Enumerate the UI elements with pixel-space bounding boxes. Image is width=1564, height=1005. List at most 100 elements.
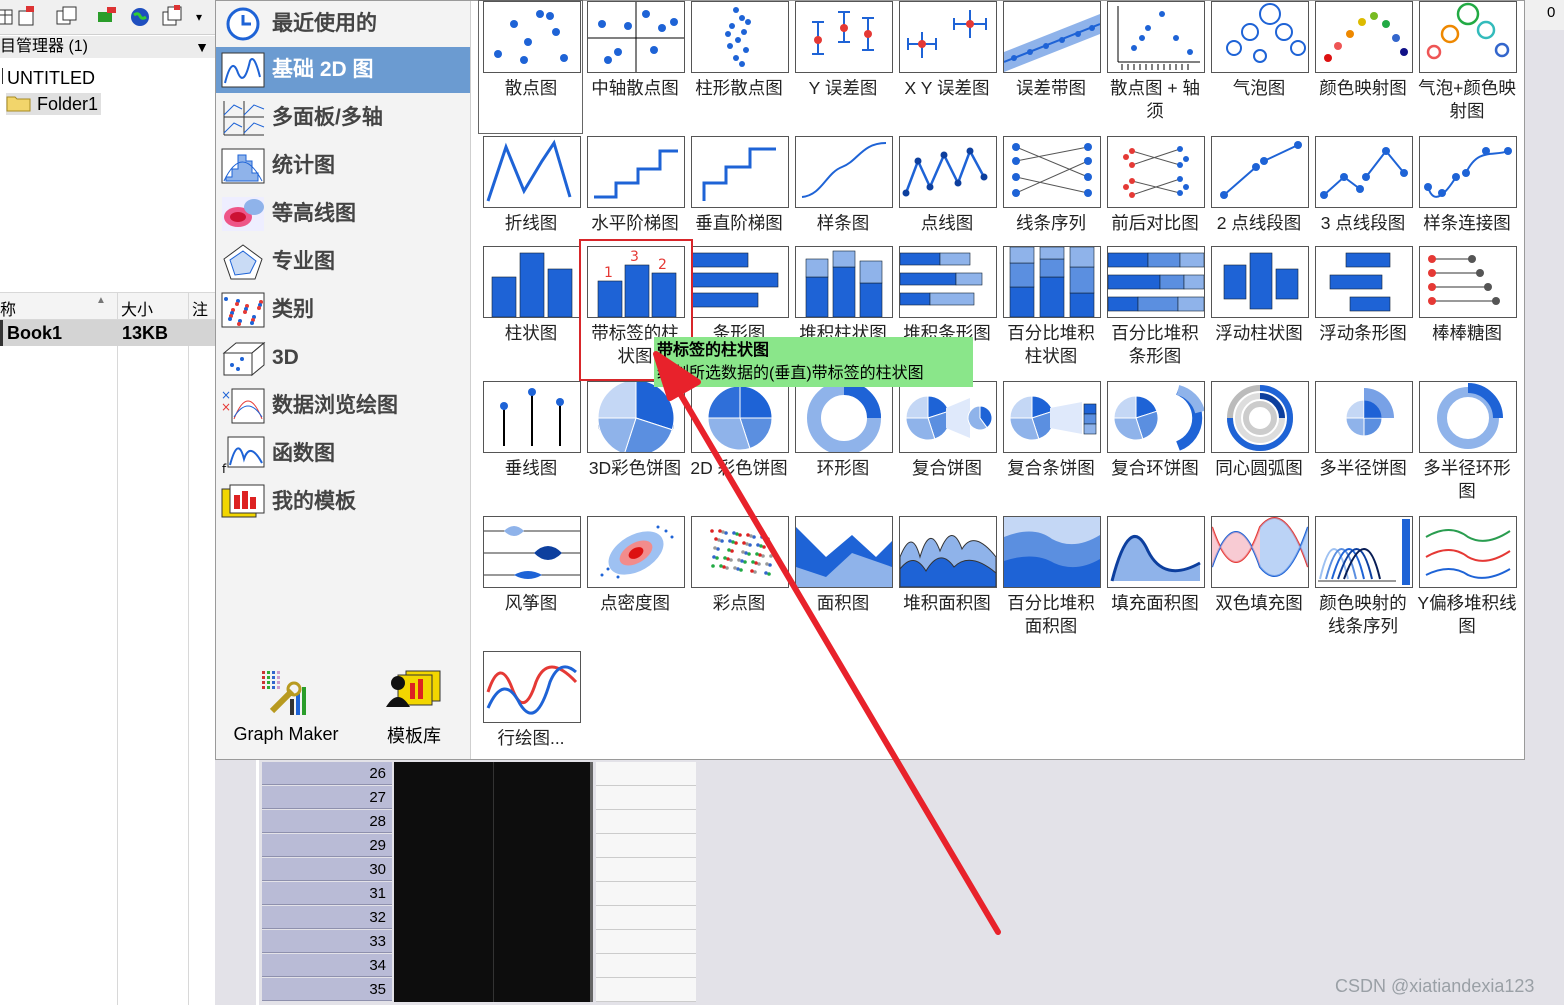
duplicate-icon[interactable] — [160, 4, 184, 28]
worksheet-grid[interactable]: 26 27 28 29 30 31 32 33 34 35 — [262, 762, 696, 1005]
row-number[interactable]: 29 — [262, 834, 392, 857]
row-number[interactable]: 35 — [262, 978, 392, 1001]
cell[interactable] — [394, 762, 494, 786]
chart-thumbnail-icon — [1107, 381, 1205, 453]
worksheet-row[interactable]: 29 — [262, 834, 696, 858]
file-list-row[interactable]: Book1 13KB — [0, 320, 215, 346]
column-size-header[interactable]: 大小 — [121, 296, 153, 320]
cell[interactable] — [596, 834, 696, 858]
row-number[interactable]: 32 — [262, 906, 392, 929]
chart-thumbnail-icon — [795, 136, 893, 208]
cell[interactable] — [596, 882, 696, 906]
chart-type-label: Y偏移堆积线图 — [1417, 593, 1517, 636]
row-number[interactable]: 30 — [262, 858, 392, 881]
window-edge-strip: 0 — [1525, 0, 1564, 30]
cell[interactable] — [494, 978, 593, 1002]
category-item[interactable]: 最近使用的 — [216, 1, 470, 47]
row-number[interactable]: 28 — [262, 810, 392, 833]
worksheet-row[interactable]: 35 — [262, 978, 696, 1002]
copy-window-icon[interactable] — [55, 4, 79, 28]
category-item[interactable]: ƒ 函数图 — [216, 431, 470, 477]
category-item[interactable]: 类别 — [216, 287, 470, 333]
cell[interactable] — [596, 786, 696, 810]
row-number[interactable]: 26 — [262, 762, 392, 785]
worksheet-row[interactable]: 33 — [262, 930, 696, 954]
bottom-tool-label: Graph Maker — [233, 724, 339, 744]
cell[interactable] — [494, 834, 593, 858]
row-number[interactable]: 31 — [262, 882, 392, 905]
chart-thumbnail-icon — [899, 246, 997, 318]
cell[interactable] — [494, 930, 593, 954]
chart-type-label: 2 点线段图 — [1216, 213, 1302, 233]
chart-thumbnail-icon — [587, 136, 685, 208]
tree-root[interactable]: UNTITLED — [2, 68, 95, 89]
cell[interactable] — [494, 786, 593, 810]
cell[interactable] — [394, 978, 494, 1002]
category-item[interactable]: 等高线图 — [216, 191, 470, 237]
worksheet-row[interactable]: 30 — [262, 858, 696, 882]
cell[interactable] — [394, 954, 494, 978]
new-sheet-icon[interactable] — [16, 4, 40, 28]
worksheet-row[interactable]: 32 — [262, 906, 696, 930]
category-item[interactable]: 基础 2D 图 — [216, 47, 470, 93]
cell[interactable] — [596, 930, 696, 954]
category-icon — [221, 292, 265, 328]
cell[interactable] — [394, 858, 494, 882]
cell[interactable] — [596, 906, 696, 930]
cell[interactable] — [394, 906, 494, 930]
chart-type-label: X Y 误差图 — [904, 78, 990, 98]
splitter[interactable] — [256, 760, 259, 1005]
chart-thumbnail-icon — [483, 651, 581, 723]
chart-type-label: 线条序列 — [1016, 213, 1086, 233]
category-label: 等高线图 — [272, 202, 356, 225]
cell[interactable] — [394, 810, 494, 834]
category-item[interactable]: 专业图 — [216, 239, 470, 285]
worksheet-row[interactable]: 28 — [262, 810, 696, 834]
template-library-button[interactable]: 模板库 — [366, 665, 462, 748]
chart-type-label: 散点图 + 轴须 — [1110, 78, 1200, 121]
column-divider — [117, 292, 118, 1005]
cell[interactable] — [596, 954, 696, 978]
tree-folder[interactable]: Folder1 — [6, 93, 102, 115]
worksheet-row[interactable]: 26 — [262, 762, 696, 786]
graph-maker-button[interactable]: Graph Maker — [226, 667, 346, 745]
globe-icon[interactable] — [128, 4, 152, 28]
export-icon[interactable] — [95, 4, 119, 28]
cell[interactable] — [394, 930, 494, 954]
cell[interactable] — [494, 906, 593, 930]
cell[interactable] — [394, 834, 494, 858]
chart-type-label: 样条连接图 — [1423, 213, 1511, 233]
cell[interactable] — [494, 858, 593, 882]
row-number[interactable]: 33 — [262, 930, 392, 953]
toolbar-overflow-icon[interactable]: ▾ — [196, 10, 202, 24]
category-item[interactable]: × × 数据浏览绘图 — [216, 383, 470, 429]
cell[interactable] — [596, 858, 696, 882]
cell[interactable] — [494, 762, 593, 786]
cell[interactable] — [494, 810, 593, 834]
cell[interactable] — [596, 810, 696, 834]
chart-thumbnail-icon — [691, 246, 789, 318]
worksheet-row[interactable]: 34 — [262, 954, 696, 978]
cell[interactable] — [394, 786, 494, 810]
category-item[interactable]: 多面板/多轴 — [216, 95, 470, 141]
dropdown-arrow-icon[interactable]: ▼ — [195, 36, 209, 58]
row-number[interactable]: 34 — [262, 954, 392, 977]
chart-thumbnail-icon — [1419, 516, 1517, 588]
cell[interactable] — [494, 882, 593, 906]
column-name-header[interactable]: 称 — [0, 296, 16, 320]
worksheet-row[interactable]: 31 — [262, 882, 696, 906]
category-label: 多面板/多轴 — [272, 106, 383, 129]
cell[interactable] — [596, 978, 696, 1002]
chart-thumbnail-icon — [1107, 136, 1205, 208]
cell[interactable] — [394, 882, 494, 906]
cell[interactable] — [494, 954, 593, 978]
category-item[interactable]: 我的模板 — [216, 479, 470, 525]
category-item[interactable]: 3D — [216, 335, 470, 381]
tooltip: 带标签的柱状图 绘制所选数据的(垂直)带标签的柱状图 — [654, 337, 973, 387]
worksheet-row[interactable]: 27 — [262, 786, 696, 810]
category-item[interactable]: 统计图 — [216, 143, 470, 189]
cell[interactable] — [596, 762, 696, 786]
root-book-icon — [2, 68, 5, 84]
chart-thumbnail-icon — [1003, 516, 1101, 588]
row-number[interactable]: 27 — [262, 786, 392, 809]
